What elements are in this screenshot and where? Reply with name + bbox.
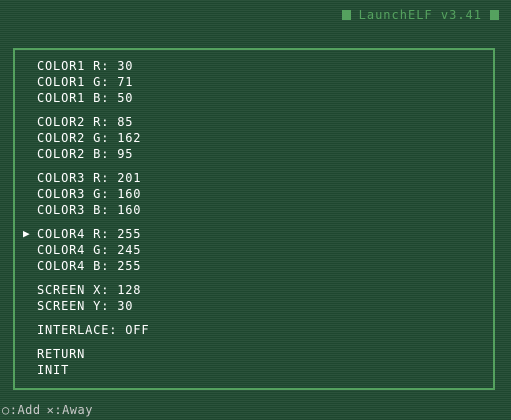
app-title: LaunchELF v3.41 (358, 8, 482, 22)
menu-item-screen-y[interactable]: SCREEN Y: 30 (37, 298, 149, 314)
button-hints: ○:Add ✕:Away (2, 403, 93, 417)
menu-item-interlace[interactable]: INTERLACE: OFF (37, 322, 149, 338)
menu-group: RETURN INIT (37, 346, 149, 378)
menu-item-color2-g[interactable]: COLOR2 G: 162 (37, 130, 149, 146)
circle-button-hint: ○:Add (2, 403, 41, 417)
menu-item-color1-r[interactable]: COLOR1 R: 30 (37, 58, 149, 74)
menu-item-color3-g[interactable]: COLOR3 G: 160 (37, 186, 149, 202)
menu-item-screen-x[interactable]: SCREEN X: 128 (37, 282, 149, 298)
cursor-arrow-icon: ▶ (23, 227, 30, 240)
menu-item-color3-r[interactable]: COLOR3 R: 201 (37, 170, 149, 186)
menu-item-color2-b[interactable]: COLOR2 B: 95 (37, 146, 149, 162)
menu-item-init[interactable]: INIT (37, 362, 149, 378)
menu-group: SCREEN X: 128 SCREEN Y: 30 (37, 282, 149, 314)
menu-item-color1-g[interactable]: COLOR1 G: 71 (37, 74, 149, 90)
menu-group: COLOR4 R: 255 COLOR4 G: 245 COLOR4 B: 255 (37, 226, 149, 274)
config-panel: COLOR1 R: 30 COLOR1 G: 71 COLOR1 B: 50 COLO… (13, 48, 495, 390)
menu-group: COLOR1 R: 30 COLOR1 G: 71 COLOR1 B: 50 (37, 58, 149, 106)
menu-item-color3-b[interactable]: COLOR3 B: 160 (37, 202, 149, 218)
menu-item-color4-r[interactable]: COLOR4 R: 255 (37, 226, 149, 242)
menu-item-color1-b[interactable]: COLOR1 B: 50 (37, 90, 149, 106)
menu-item-color2-r[interactable]: COLOR2 R: 85 (37, 114, 149, 130)
menu-item-return[interactable]: RETURN (37, 346, 149, 362)
app-header: LaunchELF v3.41 (341, 8, 499, 22)
cross-button-hint: ✕:Away (46, 403, 93, 417)
menu-group: COLOR3 R: 201 COLOR3 G: 160 COLOR3 B: 160 (37, 170, 149, 218)
block-icon (490, 10, 499, 20)
block-icon (341, 10, 351, 20)
screen-settings-menu: COLOR1 R: 30 COLOR1 G: 71 COLOR1 B: 50 COLO… (37, 58, 149, 386)
menu-group: INTERLACE: OFF (37, 322, 149, 338)
menu-item-color4-b[interactable]: COLOR4 B: 255 (37, 258, 149, 274)
menu-item-color4-g[interactable]: COLOR4 G: 245 (37, 242, 149, 258)
menu-group: COLOR2 R: 85 COLOR2 G: 162 COLOR2 B: 95 (37, 114, 149, 162)
